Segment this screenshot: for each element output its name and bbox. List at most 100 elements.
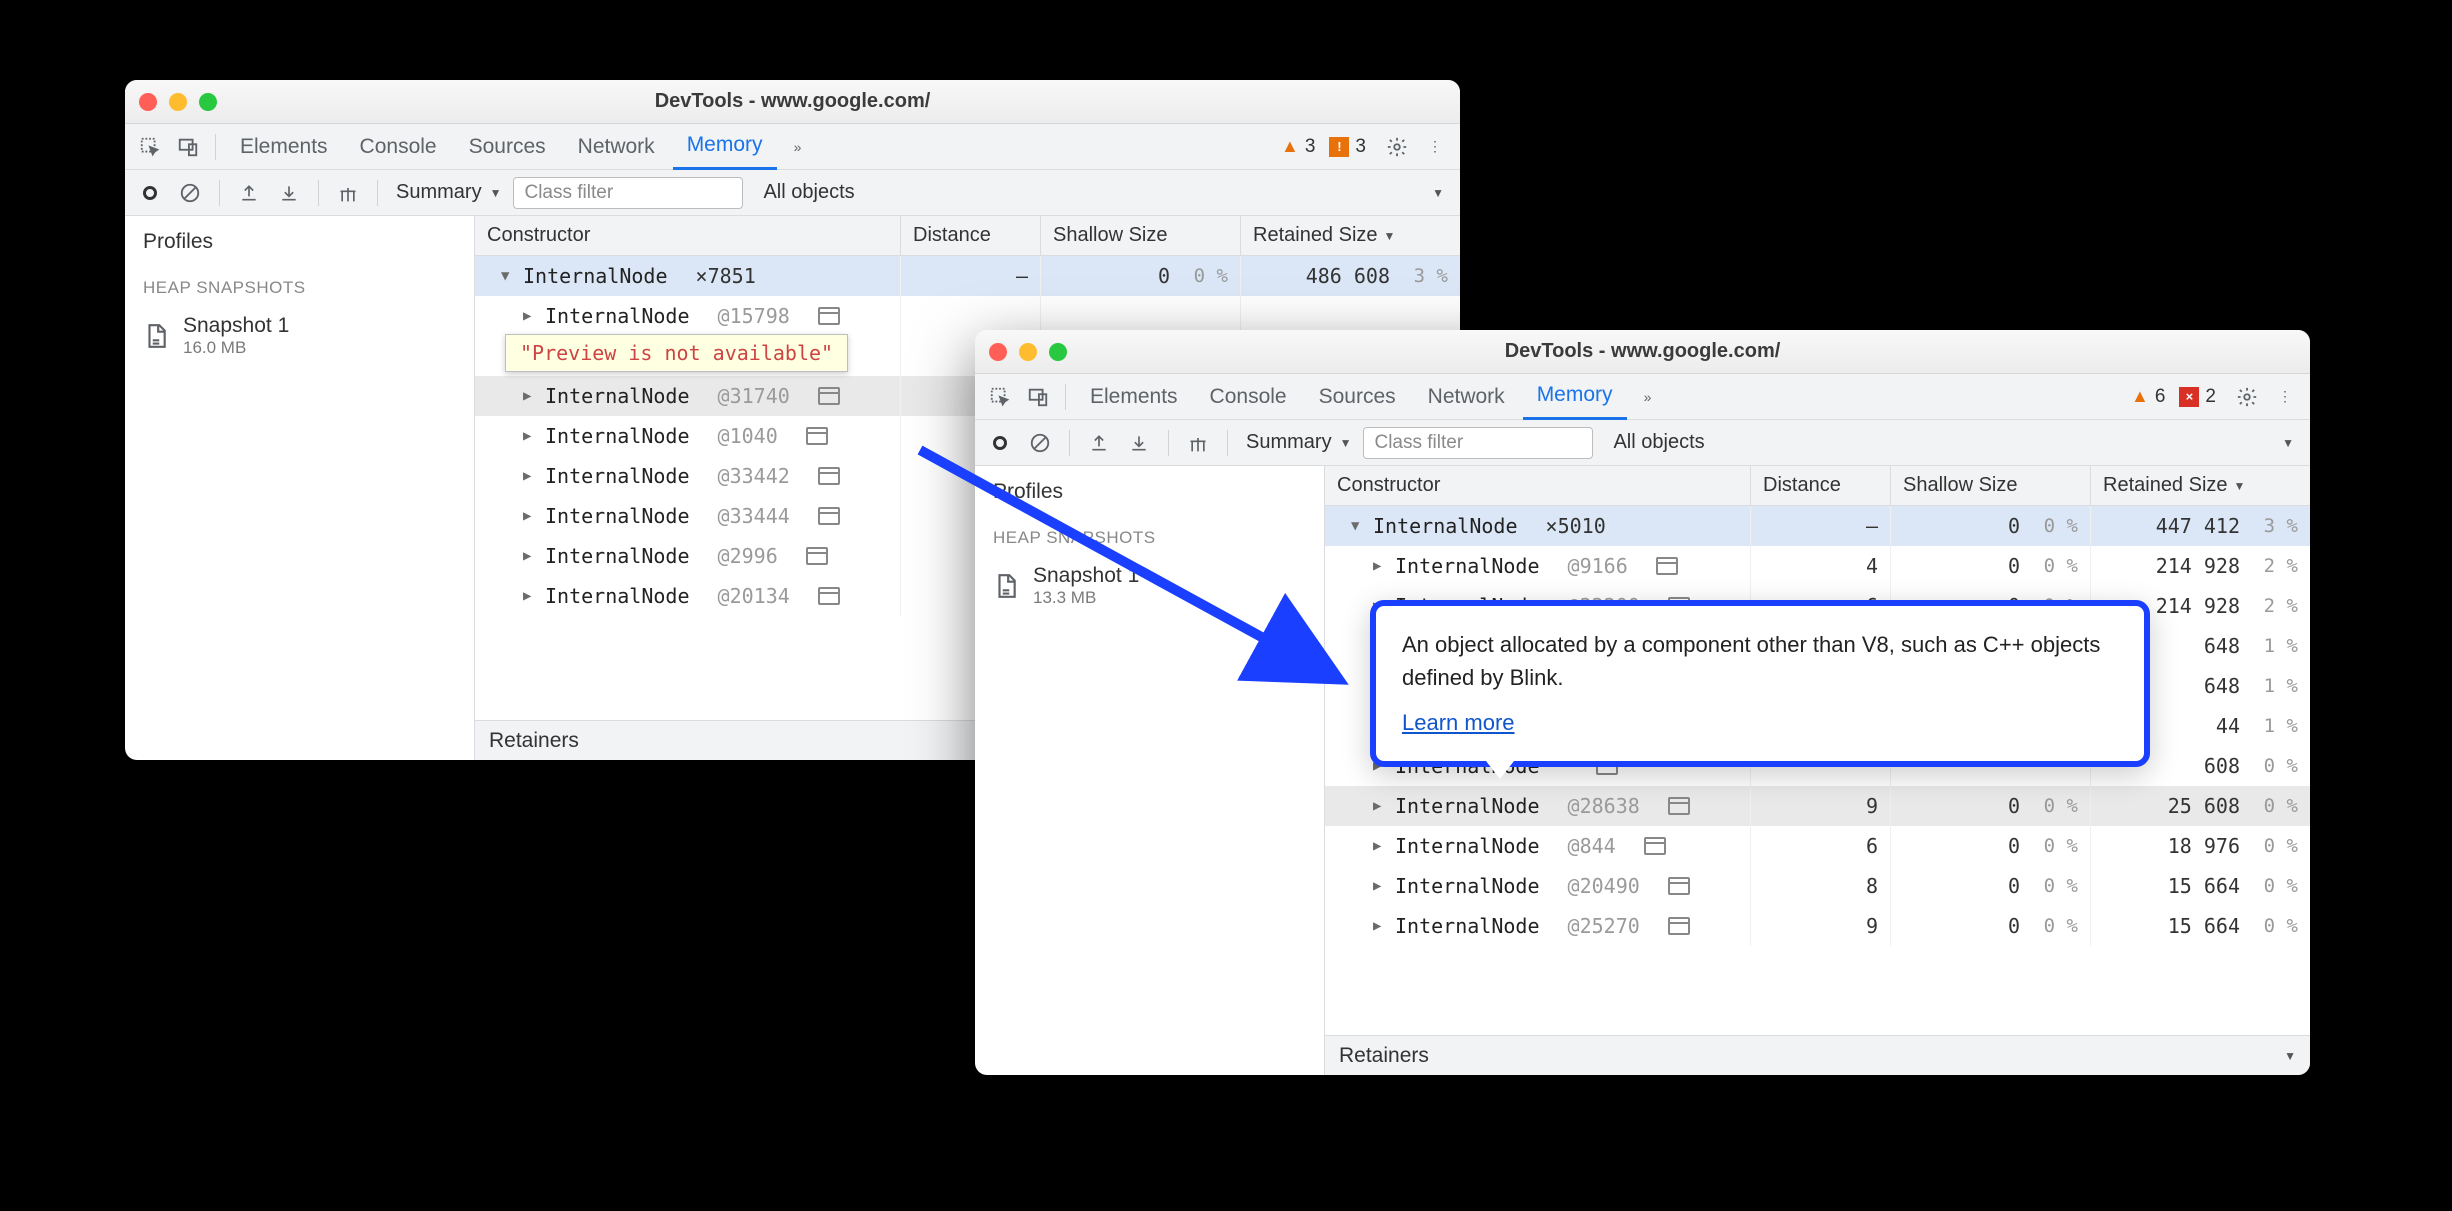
tab-sources[interactable]: Sources: [455, 124, 560, 170]
titlebar[interactable]: DevTools - www.google.com/: [975, 330, 2310, 374]
device-toggle-icon[interactable]: [1021, 380, 1055, 414]
inspect-icon[interactable]: [133, 130, 167, 164]
titlebar[interactable]: DevTools - www.google.com/: [125, 80, 1460, 124]
inspect-icon[interactable]: [983, 380, 1017, 414]
devtools-tabstrip: Elements Console Sources Network Memory …: [975, 374, 2310, 420]
snapshot-item[interactable]: Snapshot 1 13.3 MB: [975, 558, 1324, 614]
minimize-icon[interactable]: [1019, 343, 1037, 361]
window-title: DevTools - www.google.com/: [125, 90, 1460, 113]
view-mode-select[interactable]: Summary▼: [390, 181, 507, 204]
chevron-down-icon[interactable]: ▼: [1432, 186, 1444, 200]
window-icon: [1668, 797, 1690, 815]
settings-icon[interactable]: [2230, 380, 2264, 414]
tab-network[interactable]: Network: [564, 124, 669, 170]
devtools-window-2: DevTools - www.google.com/ Elements Cons…: [975, 330, 2310, 1075]
warning-badge[interactable]: ▲3: [1281, 136, 1315, 158]
constructor-row[interactable]: ▼InternalNode ×7851 – 00 % 486 6083 %: [475, 256, 1460, 296]
info-popover: An object allocated by a component other…: [1370, 600, 2150, 767]
instance-row[interactable]: ▶InternalNode @20490 800 %15 6640 %: [1325, 866, 2310, 906]
window-icon: [1668, 917, 1690, 935]
close-icon[interactable]: [139, 93, 157, 111]
col-retained[interactable]: Retained Size▼: [1240, 216, 1460, 255]
window-icon: [818, 307, 840, 325]
snapshot-file-icon: [143, 323, 169, 349]
snapshot-item[interactable]: Snapshot 1 16.0 MB: [125, 308, 474, 364]
window-icon: [818, 507, 840, 525]
view-mode-select[interactable]: Summary▼: [1240, 431, 1357, 454]
error-badge[interactable]: !3: [1329, 136, 1366, 158]
profiles-heading: Profiles: [125, 216, 474, 268]
window-icon: [1644, 837, 1666, 855]
device-toggle-icon[interactable]: [171, 130, 205, 164]
more-tabs-icon[interactable]: »: [1631, 380, 1665, 414]
import-icon[interactable]: [1122, 426, 1156, 460]
maximize-icon[interactable]: [199, 93, 217, 111]
tab-elements[interactable]: Elements: [1076, 374, 1192, 420]
memory-toolbar: Summary▼ Class filter All objects ▼: [125, 170, 1460, 216]
settings-icon[interactable]: [1380, 130, 1414, 164]
instance-row[interactable]: ▶InternalNode @28638 900 %25 6080 %: [1325, 786, 2310, 826]
window-icon: [818, 467, 840, 485]
snapshot-name: Snapshot 1: [1033, 564, 1139, 588]
snapshot-name: Snapshot 1: [183, 314, 289, 338]
close-icon[interactable]: [989, 343, 1007, 361]
kebab-menu-icon[interactable]: ⋮: [2268, 380, 2302, 414]
col-distance[interactable]: Distance: [1750, 466, 1890, 505]
collect-garbage-icon[interactable]: [331, 176, 365, 210]
export-icon[interactable]: [1082, 426, 1116, 460]
more-tabs-icon[interactable]: »: [781, 130, 815, 164]
tab-console[interactable]: Console: [346, 124, 451, 170]
window-icon: [1668, 877, 1690, 895]
tab-network[interactable]: Network: [1414, 374, 1519, 420]
profiles-heading: Profiles: [975, 466, 1324, 518]
popover-text: An object allocated by a component other…: [1402, 628, 2118, 694]
instance-row[interactable]: ▶InternalNode @844 600 %18 9760 %: [1325, 826, 2310, 866]
constructor-row[interactable]: ▼InternalNode ×5010 – 00 % 447 4123 %: [1325, 506, 2310, 546]
clear-icon[interactable]: [173, 176, 207, 210]
window-icon: [806, 427, 828, 445]
instance-row[interactable]: ▶InternalNode @9166 400 %214 9282 %: [1325, 546, 2310, 586]
chevron-down-icon[interactable]: ▼: [2282, 436, 2294, 450]
tab-memory[interactable]: Memory: [673, 124, 777, 170]
collect-garbage-icon[interactable]: [1181, 426, 1215, 460]
learn-more-link[interactable]: Learn more: [1402, 710, 1515, 735]
col-shallow[interactable]: Shallow Size: [1040, 216, 1240, 255]
kebab-menu-icon[interactable]: ⋮: [1418, 130, 1452, 164]
tab-elements[interactable]: Elements: [226, 124, 342, 170]
minimize-icon[interactable]: [169, 93, 187, 111]
col-constructor[interactable]: Constructor: [1325, 466, 1750, 505]
heap-grid: Constructor Distance Shallow Size Retain…: [1325, 466, 2310, 1075]
retainers-panel[interactable]: Retainers▼: [1325, 1035, 2310, 1075]
col-shallow[interactable]: Shallow Size: [1890, 466, 2090, 505]
window-icon: [818, 387, 840, 405]
import-icon[interactable]: [272, 176, 306, 210]
warning-badge[interactable]: ▲6: [2131, 386, 2165, 408]
heap-snapshots-category: HEAP SNAPSHOTS: [125, 268, 474, 308]
clear-icon[interactable]: [1023, 426, 1057, 460]
class-filter-input[interactable]: Class filter: [1363, 427, 1593, 459]
col-distance[interactable]: Distance: [900, 216, 1040, 255]
record-icon[interactable]: [133, 176, 167, 210]
scope-select[interactable]: All objects: [763, 181, 1426, 204]
scope-select[interactable]: All objects: [1613, 431, 2276, 454]
preview-tooltip: "Preview is not available": [505, 334, 848, 372]
profiles-sidebar: Profiles HEAP SNAPSHOTS Snapshot 1 13.3 …: [975, 466, 1325, 1075]
tab-sources[interactable]: Sources: [1305, 374, 1410, 420]
heap-snapshots-category: HEAP SNAPSHOTS: [975, 518, 1324, 558]
col-retained[interactable]: Retained Size▼: [2090, 466, 2310, 505]
devtools-tabstrip: Elements Console Sources Network Memory …: [125, 124, 1460, 170]
class-filter-input[interactable]: Class filter: [513, 177, 743, 209]
snapshot-file-icon: [993, 573, 1019, 599]
tab-memory[interactable]: Memory: [1523, 374, 1627, 420]
export-icon[interactable]: [232, 176, 266, 210]
instance-row[interactable]: ▶InternalNode @25270 900 %15 6640 %: [1325, 906, 2310, 946]
snapshot-size: 13.3 MB: [1033, 588, 1139, 608]
window-icon: [818, 587, 840, 605]
snapshot-size: 16.0 MB: [183, 338, 289, 358]
maximize-icon[interactable]: [1049, 343, 1067, 361]
record-icon[interactable]: [983, 426, 1017, 460]
window-title: DevTools - www.google.com/: [975, 340, 2310, 363]
col-constructor[interactable]: Constructor: [475, 216, 900, 255]
error-badge[interactable]: ×2: [2179, 386, 2216, 408]
tab-console[interactable]: Console: [1196, 374, 1301, 420]
